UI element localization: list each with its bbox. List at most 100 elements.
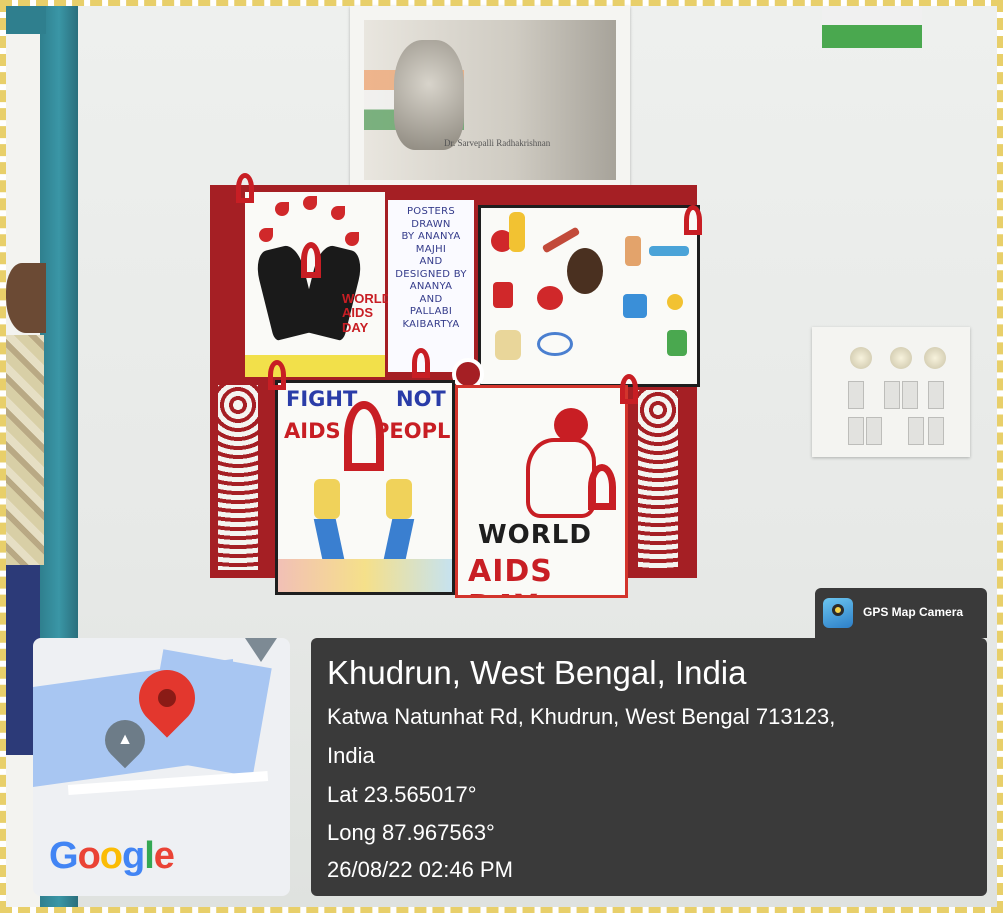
portrait-frame: Dr. Sarvepalli Radhakrishnan: [350, 6, 630, 192]
alpona-right: [638, 390, 678, 570]
dancer-right: [386, 479, 412, 519]
not-text: NOT: [396, 387, 446, 411]
fan-regulator-knob: [850, 347, 872, 369]
credits-poster: POSTERS DRAWN BY ANANYA MAJHI AND DESIGN…: [388, 200, 474, 372]
location-title: Khudrun, West Bengal, India: [327, 654, 747, 691]
red-ribbon-icon: [236, 173, 254, 203]
gps-map-camera-label: GPS Map Camera: [863, 605, 964, 619]
leaf: [303, 196, 317, 210]
credits-line: POSTERS: [406, 206, 456, 217]
gps-logo-pin: [832, 604, 844, 616]
figure-head: [554, 408, 588, 442]
toilet-icon: [667, 330, 687, 356]
school-glyph: ▲: [117, 731, 133, 748]
fan-regulator-knob: [890, 347, 912, 369]
condom-icon: [509, 212, 525, 252]
dancer-left: [314, 479, 340, 519]
blood-bag-icon: [493, 282, 513, 308]
pin-dot: [154, 685, 180, 711]
address-line: Katwa Natunhat Rd, Khudrun, West Bengal …: [327, 704, 836, 729]
heart-icon: [537, 286, 563, 310]
alpona-left: [218, 385, 258, 570]
red-ribbon-icon: [268, 360, 286, 390]
flag: [822, 6, 922, 48]
wall-switch: [928, 381, 944, 409]
credits-line: AND: [419, 256, 443, 267]
handshake-icon: [649, 246, 689, 256]
credits-line: DRAWN: [411, 218, 451, 230]
google-logo: Google: [49, 835, 175, 878]
door-frame-top: [6, 6, 46, 34]
red-ribbon-icon: [588, 464, 616, 510]
credits-line: AND: [419, 293, 443, 305]
google-letter: o: [99, 835, 123, 877]
hand-icon: [625, 236, 641, 266]
location-info-panel: Khudrun, West Bengal, India Katwa Natunh…: [311, 638, 987, 896]
hands-text-line: DAY: [342, 319, 369, 335]
syringe-icon: [541, 226, 581, 254]
people-text: PEOPLE: [374, 419, 452, 443]
wall-switch: [884, 381, 900, 409]
mother-child-illustration: [516, 408, 616, 518]
portrait-face: [394, 40, 464, 150]
credits-line: ANANYA: [409, 281, 453, 292]
hand-icon: [495, 330, 521, 360]
wall-switch: [866, 417, 882, 445]
wall-switch: [902, 381, 918, 409]
fan-regulator-knob: [924, 347, 946, 369]
wall-switch: [928, 417, 944, 445]
google-letter: g: [122, 835, 145, 877]
red-ribbon-icon: [412, 348, 430, 378]
credits-line: BY ANANYA MAJHI: [401, 231, 461, 255]
scissors-icon: [537, 332, 573, 356]
leaf: [275, 202, 289, 216]
google-letter: e: [153, 835, 175, 877]
leaf: [331, 206, 345, 220]
credits-line: DESIGNED BY: [395, 268, 467, 280]
gps-map-camera-icon: [823, 598, 853, 628]
rainbow-ground: [278, 559, 452, 592]
world-aids-day-poster: WORLD AIDS DAY: [455, 385, 628, 598]
google-letter: G: [49, 835, 79, 877]
google-letter: o: [77, 835, 101, 877]
gps-map-camera-badge: GPS Map Camera: [815, 588, 987, 638]
aids-day-text: AIDS DAY: [468, 554, 553, 595]
person-shirt: [6, 335, 44, 565]
fight-text: FIGHT: [286, 387, 358, 411]
dancer-right-legs: [383, 519, 415, 559]
wall-switch: [908, 417, 924, 445]
leaf: [259, 228, 273, 242]
credits-line: PALLABI: [409, 306, 453, 317]
hands-text-line: AIDS: [342, 305, 374, 321]
red-ribbon-icon: [684, 205, 702, 235]
wall-switch: [848, 381, 864, 409]
red-ribbon-icon: [344, 401, 384, 471]
hands-text-line: WORLD: [342, 291, 392, 306]
people-icon: [623, 294, 647, 318]
google-letter: l: [144, 835, 155, 877]
portrait-caption: Dr. Sarvepalli Radhakrishnan: [444, 138, 551, 148]
address-line: India: [327, 743, 375, 768]
map-thumbnail: ▲ Google: [33, 638, 290, 896]
yellow-strip: [245, 355, 385, 377]
plate-icon: [667, 294, 683, 310]
credits-line: KAIBARTYA: [402, 318, 460, 330]
dancer-left-legs: [313, 519, 345, 559]
world-text: WORLD: [478, 520, 592, 550]
leaf: [345, 232, 359, 246]
woman-face-icon: [567, 248, 603, 294]
figure-body: [526, 438, 596, 518]
timestamp-text: 26/08/22 02:46 PM: [327, 857, 513, 882]
person-head: [6, 263, 46, 333]
longitude-text: Long 87.967563°: [327, 820, 495, 845]
red-ribbon-icon: [620, 374, 638, 404]
aids-text: AIDS: [284, 419, 341, 443]
fight-aids-poster: FIGHT NOT AIDS PEOPLE: [275, 380, 455, 595]
map-marker-triangle: [245, 638, 277, 662]
wall-switch: [848, 417, 864, 445]
switch-board: [812, 327, 970, 457]
hands-poster-text: WORLD AIDS DAY: [342, 291, 392, 335]
infographic-poster: [478, 205, 700, 387]
portrait-image: Dr. Sarvepalli Radhakrishnan: [364, 20, 616, 180]
latitude-text: Lat 23.565017°: [327, 782, 477, 807]
